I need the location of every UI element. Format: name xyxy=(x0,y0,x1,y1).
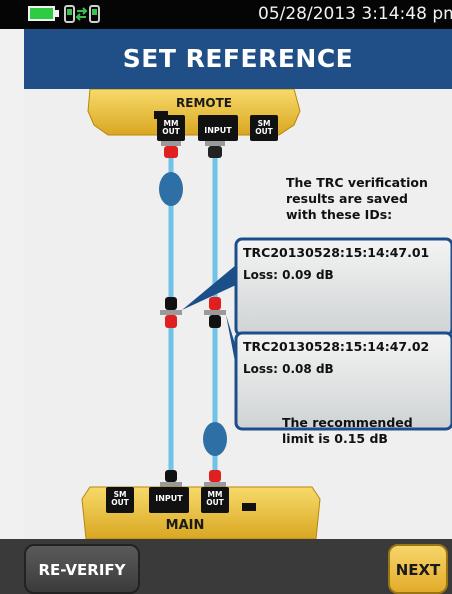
main-port-mm-out: MM OUT xyxy=(206,490,224,507)
info-text-line-2: results are saved xyxy=(286,191,408,206)
main-label: MAIN xyxy=(166,518,205,533)
reference-diagram-area: REMOTE MM OUT INPUT SM OUT The TRC verif… xyxy=(24,88,452,540)
network-connection-icon xyxy=(64,5,100,23)
limit-text-line-2: limit is 0.15 dB xyxy=(282,431,388,446)
mid-connector-left xyxy=(160,297,182,328)
re-verify-label: RE-VERIFY xyxy=(38,561,126,579)
page-title: SET REFERENCE xyxy=(122,44,354,73)
remote-port-input: INPUT xyxy=(204,126,232,135)
info-text-line-1: The TRC verification xyxy=(286,175,428,190)
status-bar: 05/28/2013 3:14:48 pm xyxy=(0,0,452,29)
main-port-input: INPUT xyxy=(155,494,183,503)
remote-label: REMOTE xyxy=(176,96,232,110)
remote-port-mm-out: MM OUT xyxy=(162,119,180,136)
result-1-loss: Loss: 0.09 dB xyxy=(243,268,334,282)
fiber-connection-diagram: REMOTE MM OUT INPUT SM OUT The TRC verif… xyxy=(81,88,452,540)
result-2-loss: Loss: 0.08 dB xyxy=(243,362,334,376)
result-2-id: TRC20130528:15:14:47.02 xyxy=(243,339,429,354)
datetime-text: 05/28/2013 3:14:48 pm xyxy=(258,4,452,24)
battery-icon xyxy=(28,6,55,21)
limit-text-line-1: The recommended xyxy=(282,415,413,430)
next-label: NEXT xyxy=(395,561,441,579)
remote-connectors xyxy=(161,141,225,158)
result-1-id: TRC20130528:15:14:47.01 xyxy=(243,245,429,260)
main-connectors xyxy=(160,470,226,487)
mandrel-bottom xyxy=(203,422,227,456)
info-text-line-3: with these IDs: xyxy=(286,207,392,222)
battery-tip xyxy=(55,10,59,17)
mid-connector-right xyxy=(204,297,226,328)
title-bar: SET REFERENCE xyxy=(24,29,452,89)
next-button[interactable]: NEXT xyxy=(388,544,448,594)
device-screen: 05/28/2013 3:14:48 pm SET REFERENCE REMO… xyxy=(0,0,452,594)
mandrel-top xyxy=(159,172,183,206)
re-verify-button[interactable]: RE-VERIFY xyxy=(24,544,140,594)
